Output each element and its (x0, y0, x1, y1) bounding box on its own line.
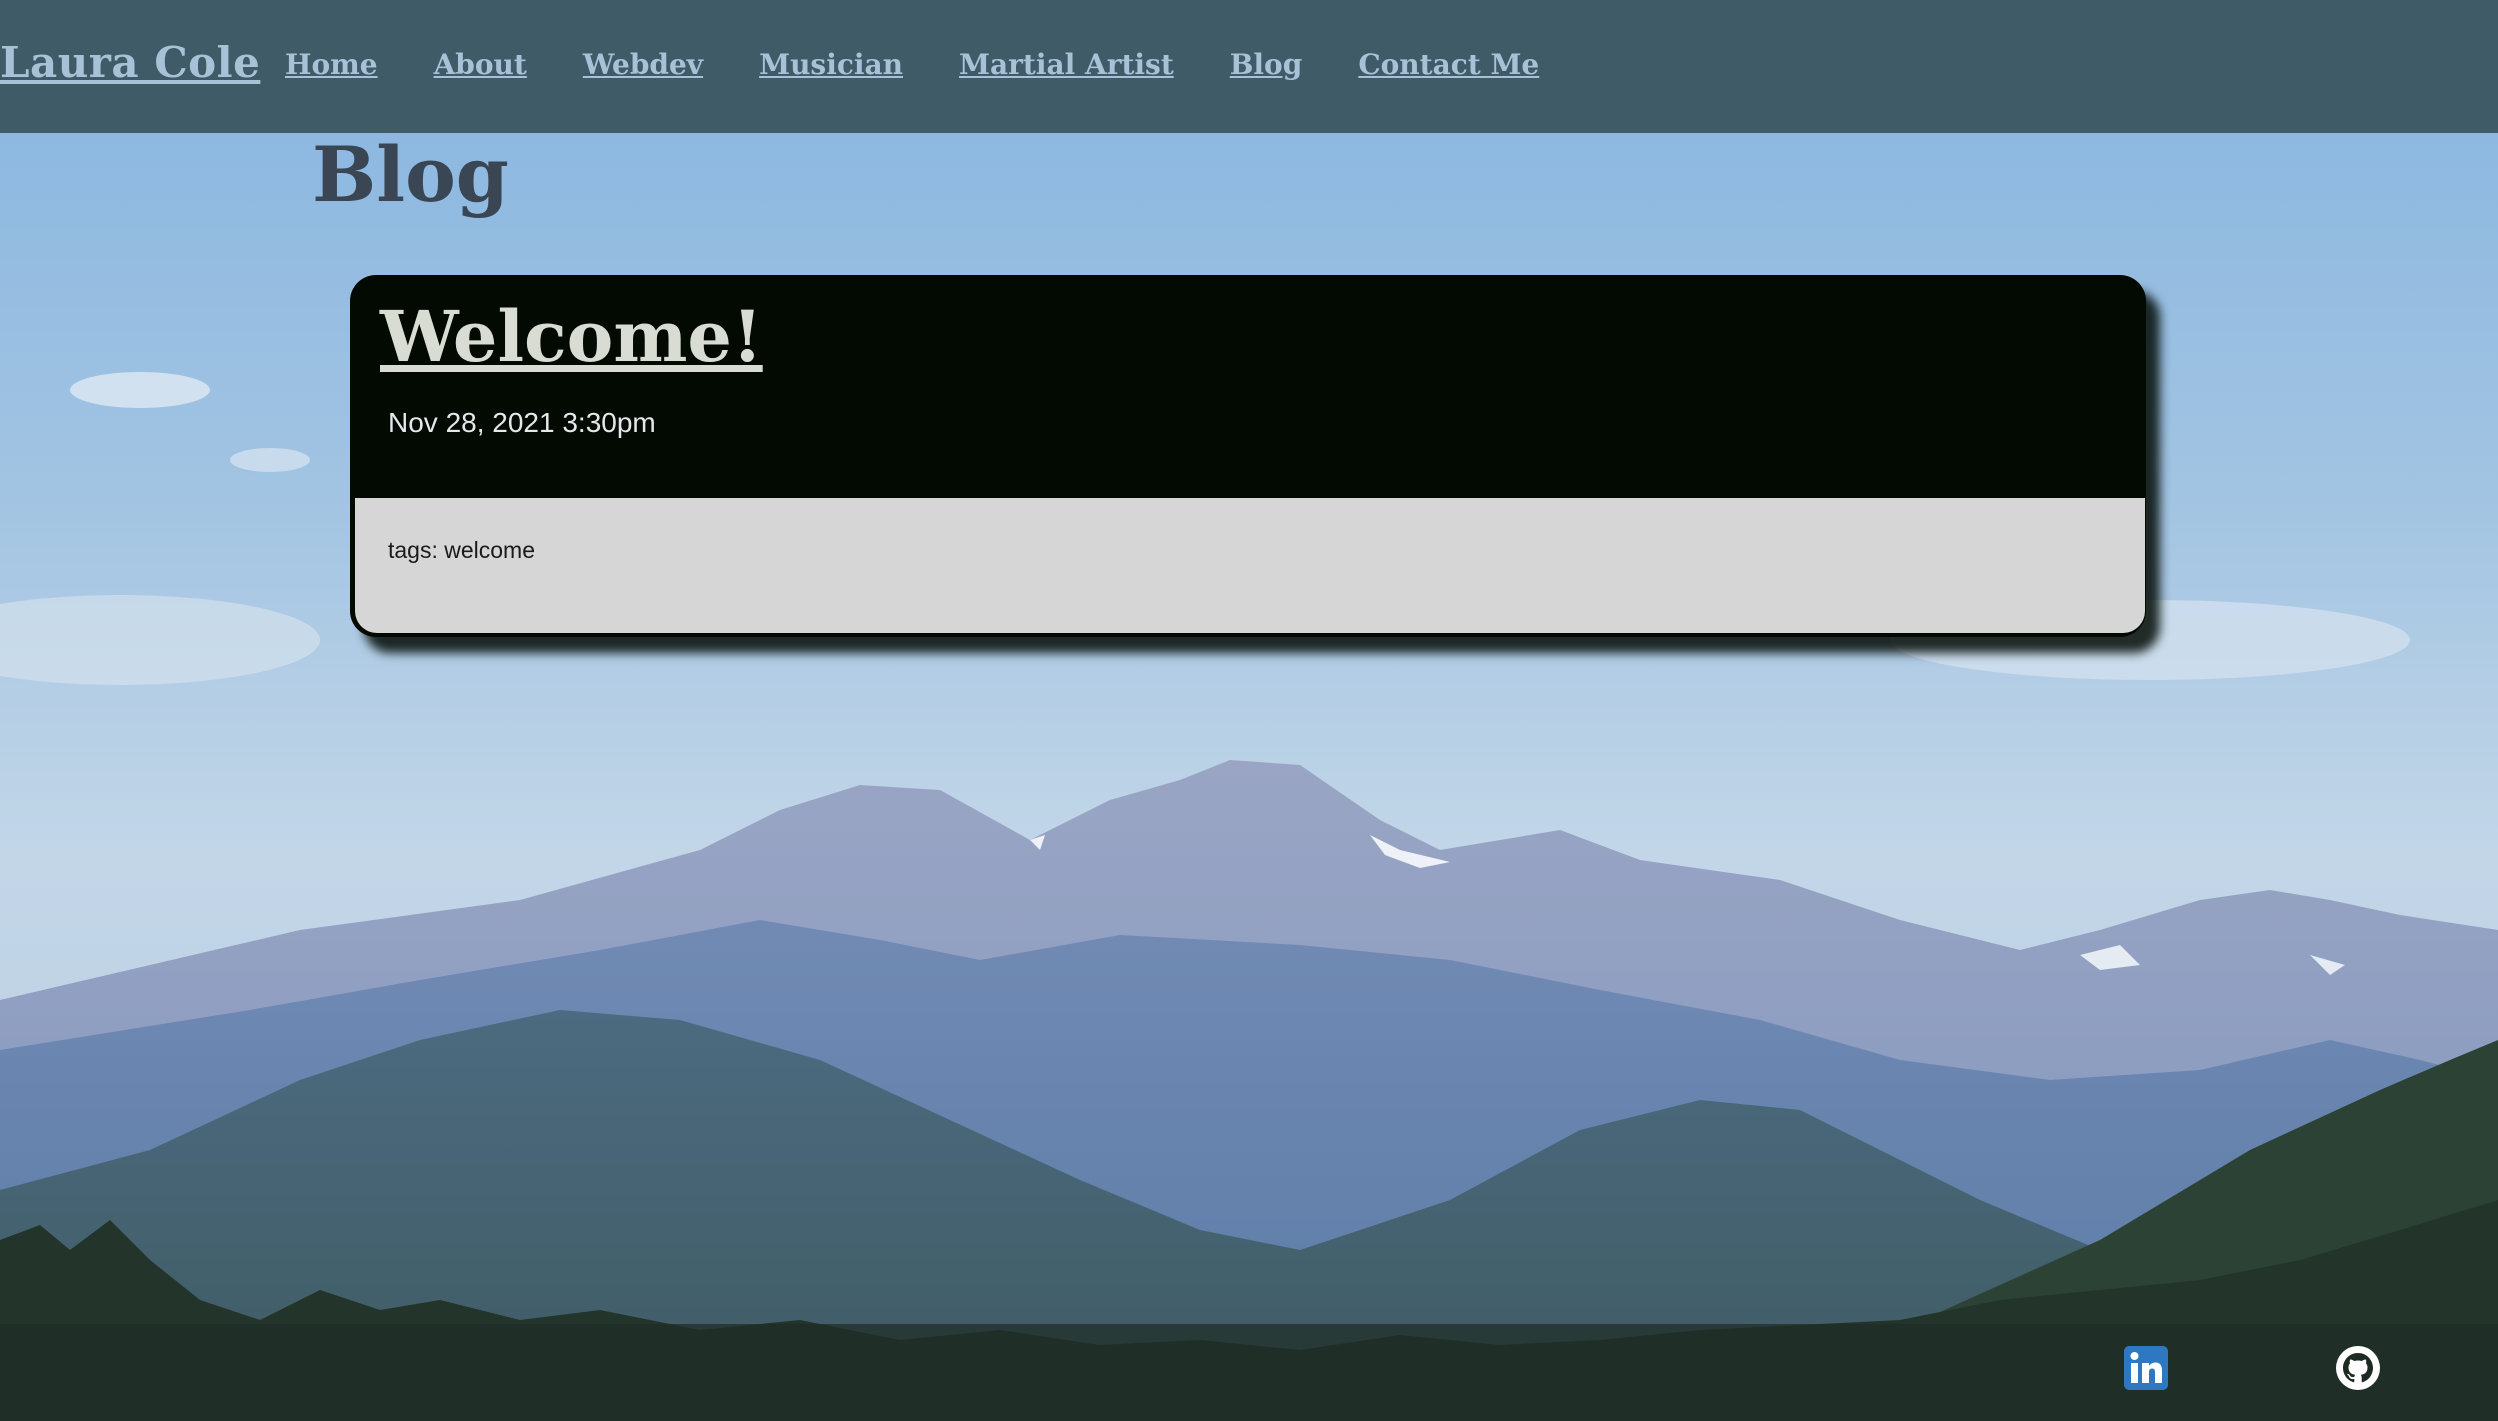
nav-link-about[interactable]: About (434, 48, 527, 81)
nav-link-home[interactable]: Home (285, 48, 378, 81)
footer (0, 1324, 2498, 1421)
top-navbar: Laura Cole Home About Webdev Musician Ma… (0, 0, 2498, 133)
nav-link-blog[interactable]: Blog (1230, 48, 1303, 81)
nav-link-webdev[interactable]: Webdev (583, 48, 703, 81)
blog-post-card: Welcome! Nov 28, 2021 3:30pm tags: welco… (350, 275, 2146, 637)
nav-link-musician[interactable]: Musician (759, 48, 903, 81)
post-tags: tags: welcome (388, 537, 536, 563)
github-icon[interactable] (2334, 1344, 2382, 1392)
brand-link[interactable]: Laura Cole (0, 38, 260, 87)
nav-links: Home About Webdev Musician Martial Artis… (285, 48, 1595, 81)
nav-link-martial-artist[interactable]: Martial Artist (959, 48, 1174, 81)
linkedin-icon[interactable] (2122, 1344, 2170, 1392)
post-date: Nov 28, 2021 3:30pm (388, 407, 656, 438)
post-title-link[interactable]: Welcome! (380, 295, 763, 378)
page-title: Blog (312, 130, 509, 219)
post-body: tags: welcome (355, 498, 2145, 633)
post-header: Welcome! Nov 28, 2021 3:30pm (350, 275, 2146, 497)
nav-link-contact-me[interactable]: Contact Me (1358, 48, 1539, 81)
